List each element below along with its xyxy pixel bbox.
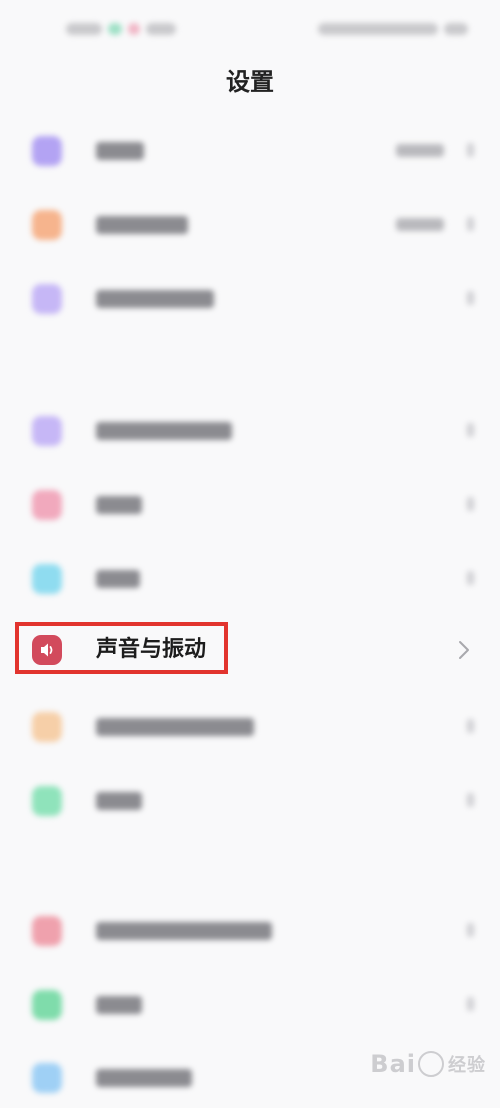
- chevron-right-icon: [467, 719, 474, 733]
- status-extra: [146, 23, 176, 35]
- paw-logo-icon: [418, 1051, 444, 1077]
- settings-item[interactable]: [0, 771, 500, 831]
- settings-item[interactable]: [0, 975, 500, 1035]
- chevron-right-icon: [467, 497, 474, 511]
- settings-item[interactable]: [0, 901, 500, 961]
- status-signal-battery: [318, 23, 438, 35]
- chevron-right-icon: [467, 997, 474, 1011]
- watermark-brand-left: Bai: [370, 1050, 416, 1078]
- settings-item-label-blurred: [96, 922, 272, 940]
- status-indicator: [108, 23, 122, 35]
- settings-item-value-blurred: [396, 218, 444, 231]
- settings-item-icon: [32, 990, 62, 1020]
- chevron-right-icon: [467, 923, 474, 937]
- settings-item-label-blurred: [96, 216, 188, 234]
- settings-item[interactable]: [0, 269, 500, 329]
- sound-vibration-label: 声音与振动: [96, 637, 207, 662]
- battery-icon: [444, 23, 468, 35]
- settings-item[interactable]: [0, 549, 500, 609]
- status-indicator-2: [128, 23, 140, 35]
- chevron-right-icon: [467, 423, 474, 437]
- settings-item-icon: [32, 1063, 62, 1093]
- settings-item-icon: [32, 210, 62, 240]
- settings-item-label-blurred: [96, 996, 142, 1014]
- settings-item-icon: [32, 916, 62, 946]
- settings-item[interactable]: [0, 121, 500, 181]
- settings-item[interactable]: [0, 475, 500, 535]
- settings-item-icon: [32, 136, 62, 166]
- status-left: [66, 23, 176, 35]
- chevron-right-icon: [467, 143, 474, 157]
- sound-vibration-item[interactable]: 声音与振动: [0, 620, 500, 680]
- settings-item[interactable]: [0, 401, 500, 461]
- settings-item-label-blurred: [96, 496, 142, 514]
- settings-item-label-blurred: [96, 290, 214, 308]
- status-time: [66, 23, 102, 35]
- status-right: [318, 23, 468, 35]
- watermark-brand-right: 经验: [448, 1055, 486, 1076]
- page-title: 设置: [226, 68, 274, 96]
- status-bar: [0, 0, 500, 60]
- chevron-right-icon: [467, 571, 474, 585]
- settings-item-label-blurred: [96, 142, 144, 160]
- chevron-right-icon: [467, 217, 474, 231]
- settings-item-label-blurred: [96, 422, 232, 440]
- settings-item-icon: [32, 564, 62, 594]
- settings-item-icon: [32, 490, 62, 520]
- settings-item-value-blurred: [396, 144, 444, 157]
- settings-item-icon: [32, 416, 62, 446]
- speaker-icon: [32, 635, 62, 665]
- settings-item-label-blurred: [96, 792, 142, 810]
- settings-item-label-blurred: [96, 570, 140, 588]
- settings-item-icon: [32, 712, 62, 742]
- settings-item-label-blurred: [96, 1069, 192, 1087]
- settings-item[interactable]: [0, 195, 500, 255]
- speaker-glyph-icon: [41, 643, 53, 657]
- settings-item[interactable]: [0, 697, 500, 757]
- settings-item-icon: [32, 284, 62, 314]
- settings-item-label-blurred: [96, 718, 254, 736]
- chevron-right-icon: [467, 291, 474, 305]
- chevron-right-icon: [467, 793, 474, 807]
- chevron-right-icon: [459, 641, 469, 659]
- settings-item-icon: [32, 786, 62, 816]
- watermark: Bai 经验: [370, 1050, 486, 1078]
